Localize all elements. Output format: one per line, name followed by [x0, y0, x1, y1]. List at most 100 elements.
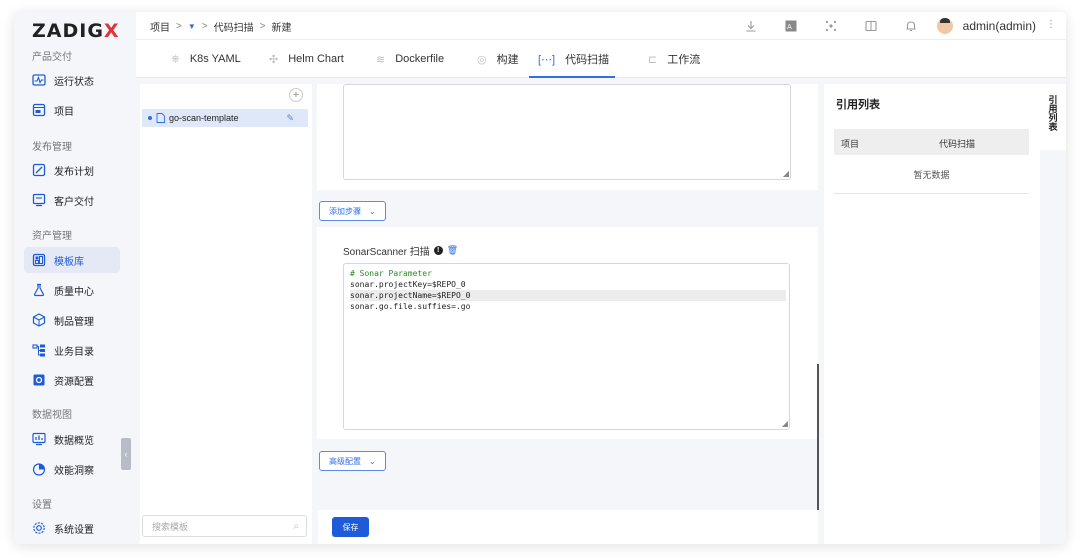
- script-textarea[interactable]: ◢: [343, 84, 791, 180]
- sidebar-item-label: 制品管理: [54, 316, 94, 328]
- user-name: admin(admin): [962, 19, 1036, 33]
- sidebar-item-label: 效能洞察: [54, 465, 94, 477]
- list-item[interactable]: go-scan-template ✎: [142, 109, 308, 127]
- template-search-input[interactable]: 搜索模板 ⌕: [142, 515, 307, 537]
- trash-icon[interactable]: 🗑: [447, 245, 458, 256]
- logo-x: X: [103, 20, 120, 42]
- breadcrumb: 项目 > ▼ > 代码扫描 > 新建: [150, 19, 291, 34]
- add-template-button[interactable]: +: [289, 88, 303, 102]
- sidebar-item-label: 运行状态: [54, 76, 94, 88]
- download-icon[interactable]: [731, 20, 771, 32]
- scan-icon: [⋯]: [538, 53, 556, 66]
- release-plan-icon: [32, 163, 46, 177]
- sidebar-item-status[interactable]: 运行状态: [24, 67, 120, 93]
- sidebar-item-delivery[interactable]: 客户交付: [24, 187, 120, 213]
- sidebar-item-insights[interactable]: 效能洞察: [24, 456, 120, 482]
- sidebar-item-label: 系统设置: [54, 524, 94, 536]
- pie-icon: [32, 462, 46, 476]
- empty-state: 暂无数据: [834, 164, 1029, 194]
- logo-text: ZADIG: [32, 20, 104, 42]
- chevron-down-icon: ⌄: [369, 456, 376, 466]
- caret-down-icon[interactable]: ▼: [188, 22, 196, 31]
- breadcrumb-separator: >: [259, 21, 266, 32]
- catalog-icon: [32, 343, 46, 357]
- app-window: ZADIGX 产品交付 运行状态 项目 发布管理 发布计划 客户交付 资产管理 …: [14, 12, 1066, 544]
- sidebar-item-resources[interactable]: 资源配置: [24, 367, 120, 393]
- settings-icon: [32, 521, 46, 535]
- tab-build[interactable]: ◎ 构建: [477, 40, 519, 78]
- avatar: [936, 18, 953, 34]
- chevron-down-icon: ⌄: [369, 206, 376, 216]
- sidebar-item-label: 发布计划: [54, 166, 94, 178]
- docs-icon[interactable]: [851, 20, 891, 32]
- save-bar: 保存: [318, 510, 818, 544]
- collapse-sidebar-button[interactable]: ‹: [121, 438, 131, 470]
- code-line: # Sonar Parameter: [350, 269, 432, 278]
- resize-grip-icon[interactable]: ◢: [783, 170, 789, 178]
- sidebar-item-artifacts[interactable]: 制品管理: [24, 307, 120, 333]
- code-line: sonar.go.file.suffies=.go: [350, 302, 471, 311]
- tab-workflow[interactable]: ⊏ 工作流: [648, 40, 700, 78]
- breadcrumb-separator: >: [201, 21, 208, 32]
- reference-list-panel: 引用列表 项目 代码扫描 暂无数据: [824, 84, 1040, 544]
- sidebar-item-label: 业务目录: [54, 346, 94, 358]
- section-settings: 设置: [32, 500, 52, 511]
- topology-icon[interactable]: [811, 20, 851, 32]
- plugin-icon[interactable]: A: [771, 20, 811, 32]
- scrollbar[interactable]: [817, 364, 819, 510]
- advanced-config-button[interactable]: 高级配置 ⌄: [319, 451, 386, 471]
- sidebar-item-catalog[interactable]: 业务目录: [24, 337, 120, 363]
- active-dot: [148, 116, 152, 120]
- reference-title: 引用列表: [836, 99, 880, 111]
- code-block: # Sonar Parameter sonar.projectKey=$REPO…: [350, 268, 786, 312]
- sidebar-item-templates[interactable]: 模板库: [24, 247, 120, 273]
- sidebar-item-label: 数据概览: [54, 435, 94, 447]
- reference-table-header: 项目 代码扫描: [834, 129, 1029, 155]
- tab-k8s-yaml[interactable]: ⎈ K8s YAML: [171, 40, 241, 78]
- pulse-icon: [32, 73, 46, 87]
- breadcrumb-separator: >: [176, 21, 182, 32]
- docker-icon: ≋: [376, 53, 386, 66]
- section-release: 发布管理: [32, 142, 72, 153]
- reference-list-side-tab[interactable]: 引 用 列 表: [1040, 84, 1066, 150]
- sidebar-item-system-settings[interactable]: 系统设置: [24, 515, 120, 541]
- tab-dockerfile[interactable]: ≋ Dockerfile: [376, 40, 444, 78]
- breadcrumb-projects[interactable]: 项目: [150, 19, 170, 34]
- add-step-label: 添加步骤: [329, 206, 361, 216]
- breadcrumb-code-scan[interactable]: 代码扫描: [214, 19, 254, 34]
- svg-text:A: A: [787, 23, 792, 31]
- save-button[interactable]: 保存: [332, 517, 369, 537]
- advanced-config-label: 高级配置: [329, 456, 361, 466]
- sidebar-item-project[interactable]: 项目: [24, 97, 120, 123]
- save-label: 保存: [342, 522, 359, 532]
- section-data-view: 数据视图: [32, 410, 72, 421]
- logo[interactable]: ZADIGX: [32, 20, 120, 42]
- sonar-params-editor[interactable]: # Sonar Parameter sonar.projectKey=$REPO…: [343, 263, 790, 430]
- sidebar-item-quality[interactable]: 质量中心: [24, 277, 120, 303]
- chart-icon: [32, 432, 46, 446]
- tab-label: 工作流: [667, 54, 701, 66]
- user-menu[interactable]: admin(admin): [936, 18, 1036, 34]
- step-title-text: SonarScanner 扫描: [343, 247, 430, 258]
- header-tools: A admin(admin): [731, 12, 1066, 40]
- tab-helm-chart[interactable]: ✣ Helm Chart: [269, 40, 344, 78]
- section-assets: 资产管理: [32, 231, 72, 242]
- sidebar-item-label: 模板库: [54, 256, 84, 268]
- edit-icon[interactable]: ✎: [286, 113, 294, 124]
- add-step-button[interactable]: 添加步骤 ⌄: [319, 201, 386, 221]
- sidebar-item-label: 客户交付: [54, 196, 94, 208]
- sidebar-item-overview[interactable]: 数据概览: [24, 426, 120, 452]
- template-type-tabs: ⎈ K8s YAML ✣ Helm Chart ≋ Dockerfile ◎ 构建 [⋯…: [136, 40, 1066, 78]
- code-line: sonar.projectKey=$REPO_0: [350, 280, 466, 289]
- build-icon: ◎: [477, 53, 487, 66]
- info-icon[interactable]: !: [433, 246, 443, 255]
- workflow-icon: ⊏: [648, 53, 658, 66]
- script-card: ◢: [317, 84, 818, 190]
- bell-icon[interactable]: [891, 20, 931, 32]
- tab-code-scan[interactable]: [⋯] 代码扫描: [538, 40, 609, 78]
- resize-grip-icon[interactable]: ◢: [782, 420, 788, 428]
- sidebar-item-release-plan[interactable]: 发布计划: [24, 157, 120, 183]
- more-vertical-icon[interactable]: ⋮: [1046, 19, 1056, 30]
- step-title: SonarScanner 扫描 ! 🗑: [343, 243, 458, 258]
- top-bar: 项目 > ▼ > 代码扫描 > 新建 A admin(admin) ⋮: [136, 12, 1066, 40]
